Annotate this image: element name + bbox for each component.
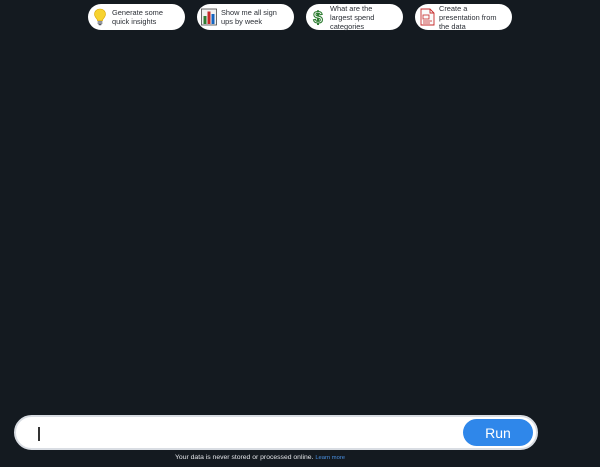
privacy-notice: Your data is never stored or processed o… [175, 454, 314, 461]
suggestion-text: Generate some quick insights [112, 8, 163, 26]
bar-chart-icon [200, 7, 218, 27]
text-caret [38, 427, 40, 441]
learn-more-link[interactable]: Learn more [315, 455, 345, 461]
suggestion-chip-sign-ups-by-week[interactable]: Show me all sign ups by week [197, 4, 294, 30]
suggestion-text: What are the largest spend categories [330, 3, 375, 31]
footer-note: Your data is never stored or processed o… [0, 454, 520, 461]
suggestion-text: Show me all sign ups by week [221, 8, 277, 26]
suggestion-chips: Generate some quick insights Show me all… [0, 3, 600, 31]
run-button[interactable]: Run [463, 419, 533, 446]
suggestion-text: Create a presentation from the data [439, 3, 497, 31]
svg-text:$: $ [313, 8, 323, 26]
suggestion-chip-quick-insights[interactable]: Generate some quick insights [88, 4, 185, 30]
suggestion-chip-largest-spend-categories[interactable]: $ What are the largest spend categories [306, 3, 403, 31]
lightbulb-icon [91, 7, 109, 27]
suggestion-chip-create-presentation[interactable]: Create a presentation from the data [415, 3, 512, 31]
presentation-document-icon [418, 7, 436, 27]
dollar-sign-icon: $ [309, 7, 327, 27]
query-input[interactable] [42, 421, 456, 447]
query-bar: Run [14, 415, 538, 450]
